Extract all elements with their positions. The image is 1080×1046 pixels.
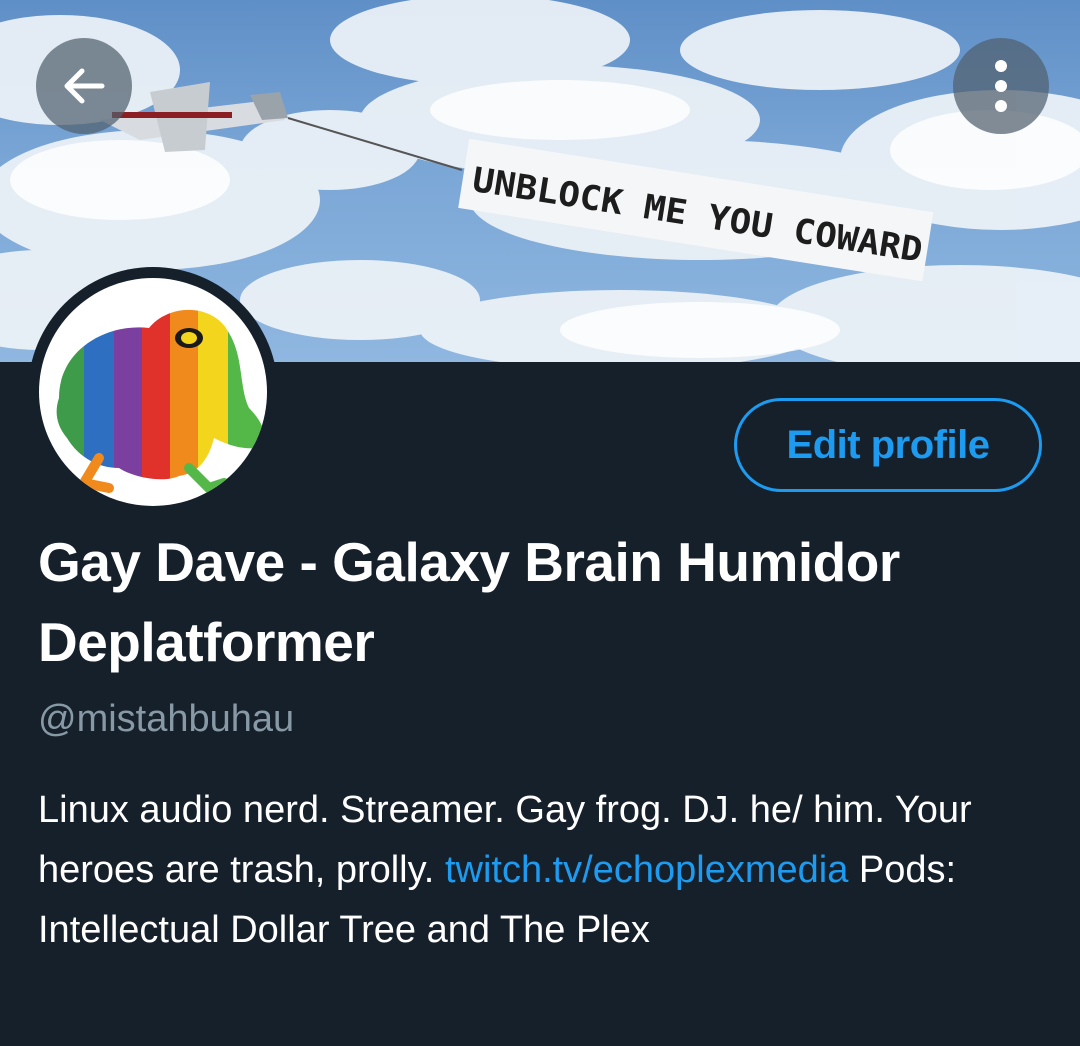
profile-bio: Linux audio nerd. Streamer. Gay frog. DJ…: [38, 780, 1048, 960]
more-options-button[interactable]: [953, 38, 1049, 134]
display-name: Gay Dave - Galaxy Brain Humidor Deplatfo…: [38, 531, 900, 673]
arrow-left-icon: [64, 68, 105, 104]
avatar-image: [39, 278, 267, 506]
username-handle: @mistahbuhau: [38, 698, 295, 740]
back-button[interactable]: [36, 38, 132, 134]
profile-avatar[interactable]: [28, 267, 278, 517]
edit-profile-button[interactable]: Edit profile: [734, 398, 1042, 492]
bio-link-twitch[interactable]: twitch.tv/echoplexmedia: [445, 849, 848, 891]
rainbow-frog-icon: [56, 309, 265, 494]
more-vertical-icon: [995, 60, 1007, 112]
